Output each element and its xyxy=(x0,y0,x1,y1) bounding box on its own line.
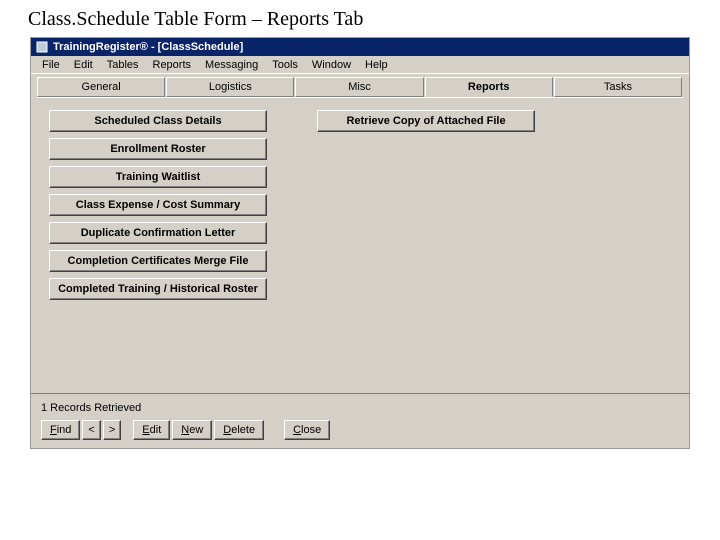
menu-file[interactable]: File xyxy=(35,58,67,72)
prev-button[interactable]: < xyxy=(82,420,100,440)
close-button[interactable]: Close xyxy=(284,420,330,440)
menu-window[interactable]: Window xyxy=(305,58,358,72)
class-expense-cost-summary-button[interactable]: Class Expense / Cost Summary xyxy=(49,194,267,216)
status-text: 1 Records Retrieved xyxy=(41,400,679,420)
menu-bar: File Edit Tables Reports Messaging Tools… xyxy=(31,56,689,74)
edit-button[interactable]: Edit xyxy=(133,420,170,440)
title-bar: TrainingRegister® - [ClassSchedule] xyxy=(31,38,689,56)
tab-reports[interactable]: Reports xyxy=(425,77,553,97)
tab-general[interactable]: General xyxy=(37,77,165,97)
enrollment-roster-button[interactable]: Enrollment Roster xyxy=(49,138,267,160)
next-button[interactable]: > xyxy=(103,420,121,440)
tab-misc[interactable]: Misc xyxy=(295,77,423,97)
find-button[interactable]: Find xyxy=(41,420,80,440)
footer-area: 1 Records Retrieved Find < > Edit New De… xyxy=(31,393,689,448)
report-buttons-right: Retrieve Copy of Attached File xyxy=(317,110,535,132)
menu-tables[interactable]: Tables xyxy=(100,58,146,72)
training-waitlist-button[interactable]: Training Waitlist xyxy=(49,166,267,188)
completion-certificates-merge-file-button[interactable]: Completion Certificates Merge File xyxy=(49,250,267,272)
menu-messaging[interactable]: Messaging xyxy=(198,58,265,72)
new-button[interactable]: New xyxy=(172,420,212,440)
page-title: Class.Schedule Table Form – Reports Tab xyxy=(0,0,720,37)
content-area: Scheduled Class Details Enrollment Roste… xyxy=(37,97,683,393)
tabs-row: General Logistics Misc Reports Tasks xyxy=(31,74,689,97)
app-window: TrainingRegister® - [ClassSchedule] File… xyxy=(30,37,690,449)
menu-help[interactable]: Help xyxy=(358,58,395,72)
duplicate-confirmation-letter-button[interactable]: Duplicate Confirmation Letter xyxy=(49,222,267,244)
menu-tools[interactable]: Tools xyxy=(265,58,305,72)
report-buttons-row: Scheduled Class Details Enrollment Roste… xyxy=(49,110,671,300)
window-title: TrainingRegister® - [ClassSchedule] xyxy=(53,41,243,53)
footer-buttons: Find < > Edit New Delete Close xyxy=(41,420,679,440)
app-icon xyxy=(35,40,49,54)
scheduled-class-details-button[interactable]: Scheduled Class Details xyxy=(49,110,267,132)
tab-tasks[interactable]: Tasks xyxy=(554,77,682,97)
delete-button[interactable]: Delete xyxy=(214,420,264,440)
completed-training-historical-roster-button[interactable]: Completed Training / Historical Roster xyxy=(49,278,267,300)
retrieve-copy-attached-file-button[interactable]: Retrieve Copy of Attached File xyxy=(317,110,535,132)
menu-edit[interactable]: Edit xyxy=(67,58,100,72)
tab-logistics[interactable]: Logistics xyxy=(166,77,294,97)
menu-reports[interactable]: Reports xyxy=(146,58,199,72)
report-buttons-left: Scheduled Class Details Enrollment Roste… xyxy=(49,110,267,300)
